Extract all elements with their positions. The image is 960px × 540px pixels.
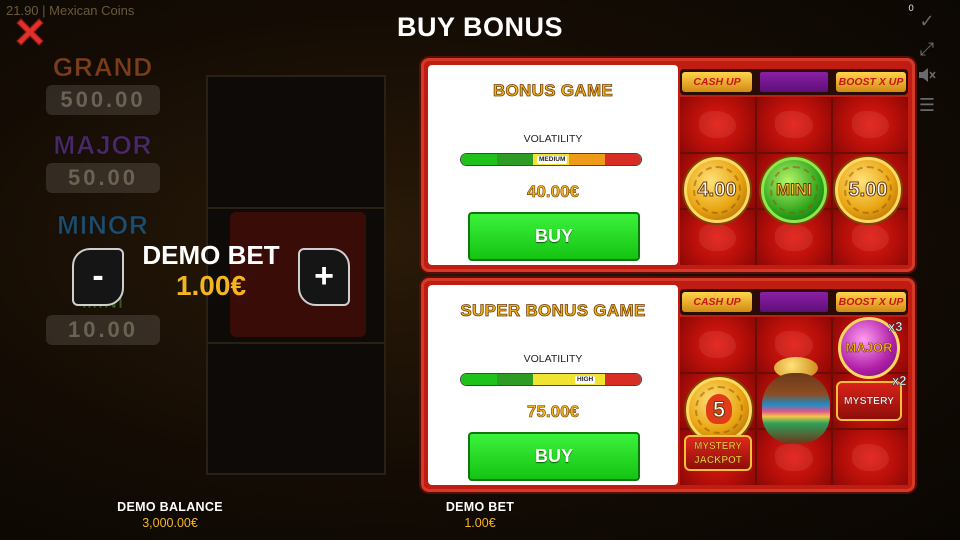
menu-icon[interactable]: ☰ [912, 92, 942, 120]
side-toolbar: ✓ ⤢ ☰ [912, 8, 942, 120]
preview-header: CASH UP BOOST X UP [680, 69, 908, 95]
gold-pot-icon [760, 357, 832, 449]
buy-super-bonus-game-button[interactable]: BUY [468, 432, 640, 481]
demo-bet-value: 1.00€ [464, 516, 496, 530]
jackpot-value: 500.00 [46, 85, 160, 115]
cash-up-tag: CASH UP [682, 72, 752, 92]
super-bonus-game-price: 75.00€ [527, 402, 580, 422]
bonus-game-preview: CASH UP BOOST X UP 4.00 MINI 5.00 [680, 69, 908, 265]
bonus-game-title: BONUS GAME [492, 81, 614, 101]
decrease-bet-button[interactable]: - [72, 248, 124, 306]
reel-cell [680, 317, 755, 372]
mystery-multiplier: x2 [892, 373, 907, 389]
demo-balance-value: 3,000.00€ [142, 516, 198, 530]
bonus-game-panel: BONUS GAME VOLATILITY MEDIUM 40.00€ BUY … [421, 58, 915, 272]
jackpot-name: GRAND [52, 52, 154, 83]
preview-header-bar [760, 292, 828, 312]
boost-x-up-tag: BOOST X UP [836, 72, 906, 92]
coin-symbol: 4.00 [684, 157, 750, 223]
jackpot-name: MINOR [57, 210, 149, 241]
jackpot-value: 50.00 [46, 163, 160, 193]
jackpot-name: MAJOR [53, 130, 153, 161]
super-bonus-game-panel: SUPER BONUS GAME VOLATILITY HIGH 75.00€ … [421, 278, 915, 492]
jackpot-value: 10.00 [46, 315, 160, 345]
demo-balance-label: DEMO BALANCE [117, 500, 223, 514]
jackpot-minor: MINOR [38, 210, 168, 241]
super-bonus-game-preview: CASH UP BOOST X UP 5 MAJOR x3 MYSTERY x2… [680, 289, 908, 485]
volatility-level: MEDIUM [537, 156, 568, 164]
fullscreen-icon[interactable]: ⤢ [912, 36, 942, 64]
major-multiplier: x3 [888, 319, 903, 335]
reel-cell [756, 97, 832, 152]
demo-bet: DEMO BET 1.00€ [410, 500, 550, 530]
jackpot-major: MAJOR 50.00 [38, 130, 168, 193]
super-bonus-game-title: SUPER BONUS GAME [460, 301, 646, 321]
preview-header-bar [760, 72, 828, 92]
increase-bet-button[interactable]: + [298, 248, 350, 306]
modal-title: BUY BONUS [396, 12, 564, 42]
bet-control-value: 1.00€ [175, 270, 247, 301]
boost-x-up-tag: BOOST X UP [836, 292, 906, 312]
coin-symbol: 5.00 [835, 157, 901, 223]
bonus-game-price: 40.00€ [527, 182, 580, 202]
super-bonus-game-info: SUPER BONUS GAME VOLATILITY HIGH 75.00€ … [428, 285, 678, 485]
cash-up-tag: CASH UP [682, 292, 752, 312]
fire-coin-symbol: 5 [686, 377, 752, 443]
volatility-label: VOLATILITY [523, 353, 583, 365]
bet-control-label: DEMO BET [142, 240, 280, 270]
reel-cell [680, 97, 755, 152]
demo-balance: DEMO BALANCE 3,000.00€ [100, 500, 240, 530]
check-icon[interactable]: ✓ [912, 8, 942, 36]
mystery-jackpot-symbol: MYSTERY JACKPOT [684, 435, 752, 471]
volatility-meter: MEDIUM [460, 153, 642, 166]
buy-bonus-game-button[interactable]: BUY [468, 212, 640, 261]
jackpot-grand: GRAND 500.00 [38, 52, 168, 115]
preview-header: CASH UP BOOST X UP [680, 289, 908, 315]
reel-cell [833, 430, 908, 485]
volatility-label: VOLATILITY [523, 133, 583, 145]
bonus-game-info: BONUS GAME VOLATILITY MEDIUM 40.00€ BUY [428, 65, 678, 265]
volatility-level: HIGH [575, 376, 596, 384]
mini-coin-symbol: MINI [761, 157, 827, 223]
sound-mute-icon[interactable] [912, 64, 942, 92]
volatility-meter: HIGH [460, 373, 642, 386]
demo-bet-label: DEMO BET [445, 500, 515, 514]
reel-cell [833, 97, 908, 152]
